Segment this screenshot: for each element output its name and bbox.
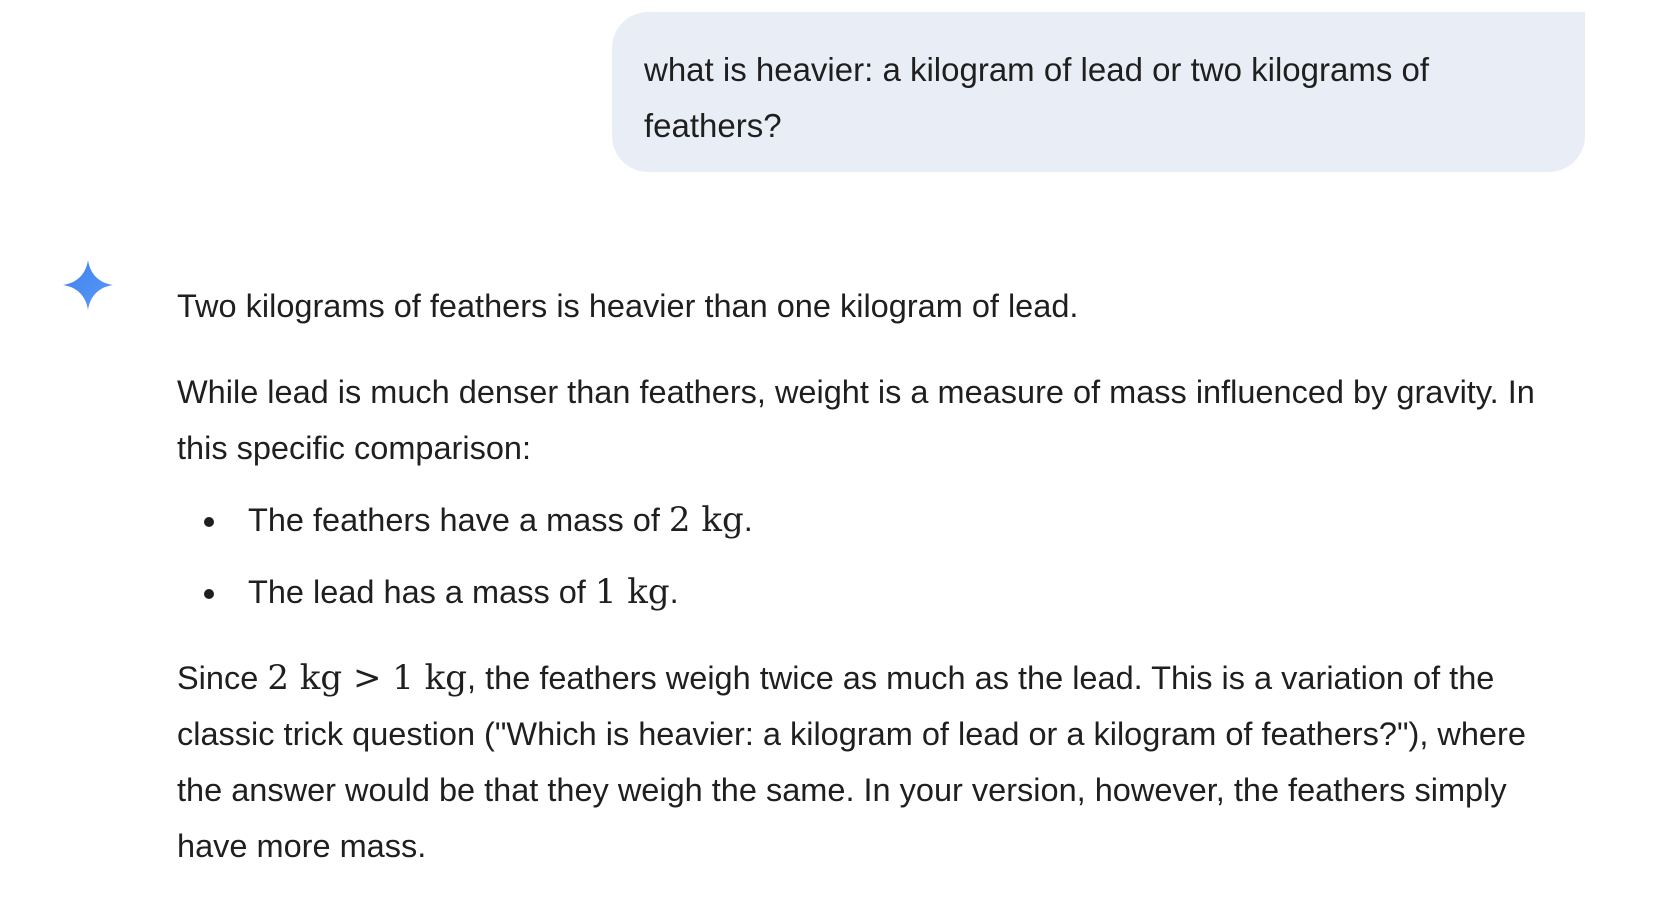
math-expression: 2 kg [668, 500, 744, 540]
response-intro: Two kilograms of feathers is heavier tha… [177, 288, 1079, 324]
math-expression: 1 kg [594, 572, 670, 612]
gemini-sparkle-icon [63, 260, 113, 310]
math-expression: 2 kg > 1 kg [267, 658, 468, 698]
bullet-dot [204, 589, 214, 599]
response-conclusion: Since 2 kg > 1 kg, the feathers weigh tw… [177, 650, 1577, 874]
user-message-bubble: what is heavier: a kilogram of lead or t… [612, 12, 1585, 172]
assistant-response: Two kilograms of feathers is heavier tha… [177, 278, 1577, 874]
bullet-item-feathers: The feathers have a mass of 2 kg. [177, 492, 1577, 548]
bullet-text: The lead has a mass of [248, 574, 595, 610]
response-bullet-list: The feathers have a mass of 2 kg. The le… [177, 492, 1577, 620]
bullet-dot [204, 517, 214, 527]
bullet-suffix: . [743, 502, 753, 538]
conclusion-prefix: Since [177, 660, 268, 696]
bullet-item-lead: The lead has a mass of 1 kg. [177, 564, 1577, 620]
user-message-text: what is heavier: a kilogram of lead or t… [644, 51, 1430, 144]
bullet-text: The feathers have a mass of [248, 502, 669, 538]
response-explanation: While lead is much denser than feathers,… [177, 374, 1535, 466]
bullet-suffix: . [669, 574, 679, 610]
